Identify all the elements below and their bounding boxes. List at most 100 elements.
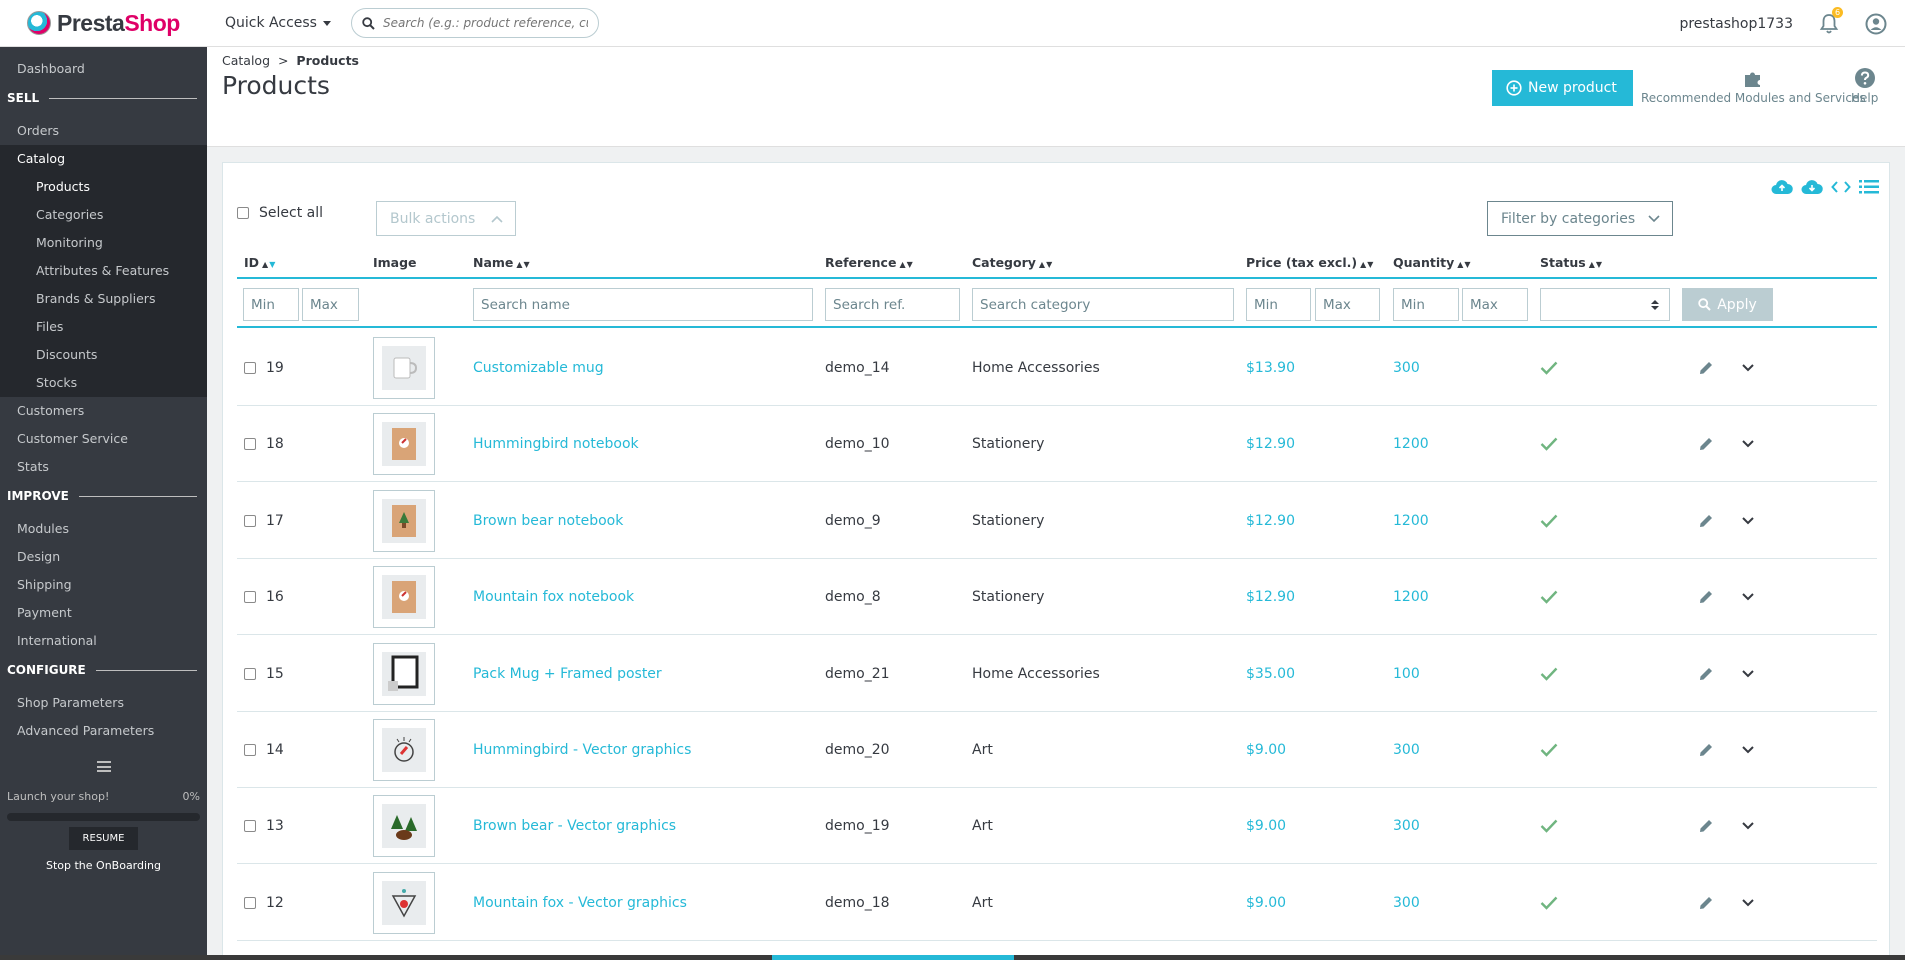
breadcrumb-catalog[interactable]: Catalog: [222, 53, 270, 68]
status-toggle[interactable]: [1540, 636, 1558, 712]
search-input[interactable]: [382, 16, 588, 30]
row-actions-dropdown[interactable]: [1742, 865, 1754, 941]
product-price-link[interactable]: $12.90: [1246, 406, 1295, 482]
notifications-button[interactable]: 6: [1819, 6, 1843, 35]
product-name-link[interactable]: Customizable mug: [473, 330, 604, 406]
product-thumbnail[interactable]: [373, 719, 435, 781]
sort-arrows-icon[interactable]: ▲▼: [1589, 260, 1603, 269]
row-actions-dropdown[interactable]: [1742, 712, 1754, 788]
product-quantity-link[interactable]: 1200: [1393, 406, 1429, 482]
product-name-link[interactable]: Mountain fox - Vector graphics: [473, 865, 687, 941]
search-category-input[interactable]: [972, 288, 1234, 321]
sidebar-item-modules[interactable]: Modules: [0, 515, 207, 543]
edit-button[interactable]: [1698, 865, 1714, 941]
row-checkbox[interactable]: [244, 438, 256, 451]
status-toggle[interactable]: [1540, 406, 1558, 482]
column-header-status[interactable]: Status ▲▼: [1540, 255, 1603, 270]
sort-arrows-icon[interactable]: ▲▼: [1039, 260, 1053, 269]
user-account-icon[interactable]: [1865, 13, 1887, 35]
sidebar-subitem-stocks[interactable]: Stocks: [0, 369, 207, 397]
product-name-link[interactable]: Brown bear - Vector graphics: [473, 788, 676, 864]
edit-button[interactable]: [1698, 559, 1714, 635]
sidebar-item-stats[interactable]: Stats: [0, 453, 207, 481]
product-quantity-link[interactable]: 100: [1393, 636, 1420, 712]
row-checkbox[interactable]: [244, 744, 256, 756]
product-name-link[interactable]: Hummingbird - Vector graphics: [473, 712, 691, 788]
row-actions-dropdown[interactable]: [1742, 788, 1754, 864]
product-name-link[interactable]: Brown bear notebook: [473, 483, 623, 559]
product-quantity-link[interactable]: 300: [1393, 788, 1420, 864]
status-toggle[interactable]: [1540, 788, 1558, 864]
code-icon[interactable]: [1831, 180, 1851, 194]
edit-button[interactable]: [1698, 406, 1714, 482]
product-name-link[interactable]: Pack Mug + Framed poster: [473, 636, 662, 712]
product-quantity-link[interactable]: 300: [1393, 330, 1420, 406]
product-price-link[interactable]: $9.00: [1246, 712, 1286, 788]
column-header-price[interactable]: Price (tax excl.) ▲▼: [1246, 255, 1374, 270]
column-header-category[interactable]: Category ▲▼: [972, 255, 1053, 270]
row-actions-dropdown[interactable]: [1742, 559, 1754, 635]
sort-arrows-icon[interactable]: ▲▼: [1457, 260, 1471, 269]
product-quantity-link[interactable]: 1200: [1393, 483, 1429, 559]
sort-arrows-icon[interactable]: ▲▼: [899, 260, 913, 269]
collapse-menu-icon[interactable]: [96, 761, 111, 772]
cloud-upload-icon[interactable]: [1771, 179, 1793, 195]
product-quantity-link[interactable]: 300: [1393, 712, 1420, 788]
row-checkbox[interactable]: [244, 591, 256, 604]
sidebar-subitem-categories[interactable]: Categories: [0, 201, 207, 229]
sidebar-item-dashboard[interactable]: Dashboard: [0, 55, 207, 83]
quick-access-dropdown[interactable]: Quick Access: [225, 15, 331, 31]
row-actions-dropdown[interactable]: [1742, 483, 1754, 559]
sidebar-subitem-brands[interactable]: Brands & Suppliers: [0, 285, 207, 313]
sidebar-item-catalog[interactable]: Catalog: [0, 145, 207, 173]
bulk-actions-button[interactable]: Bulk actions: [376, 201, 516, 236]
new-product-button[interactable]: New product: [1492, 70, 1633, 106]
filter-by-categories-button[interactable]: Filter by categories: [1487, 201, 1673, 236]
product-price-link[interactable]: $35.00: [1246, 636, 1295, 712]
sidebar-item-payment[interactable]: Payment: [0, 599, 207, 627]
product-thumbnail[interactable]: [373, 489, 435, 552]
row-actions-dropdown[interactable]: [1742, 636, 1754, 712]
sidebar-subitem-discounts[interactable]: Discounts: [0, 341, 207, 369]
edit-button[interactable]: [1698, 330, 1714, 406]
product-thumbnail[interactable]: [373, 795, 435, 858]
quantity-min-input[interactable]: [1393, 288, 1459, 321]
product-thumbnail[interactable]: [373, 566, 435, 629]
sidebar-subitem-products[interactable]: Products: [0, 173, 207, 201]
product-price-link[interactable]: $9.00: [1246, 788, 1286, 864]
product-price-link[interactable]: $9.00: [1246, 865, 1286, 941]
product-quantity-link[interactable]: 1200: [1393, 559, 1429, 635]
sidebar-item-advanced-parameters[interactable]: Advanced Parameters: [0, 717, 207, 745]
scrollbar-thumb[interactable]: [772, 955, 1014, 960]
price-max-input[interactable]: [1315, 288, 1380, 321]
search-box[interactable]: [350, 8, 599, 38]
horizontal-scrollbar[interactable]: [0, 955, 1905, 960]
sort-arrows-icon[interactable]: ▲▼: [262, 260, 276, 269]
list-view-icon[interactable]: [1859, 179, 1879, 195]
product-quantity-link[interactable]: 300: [1393, 865, 1420, 941]
id-min-input[interactable]: [243, 288, 299, 321]
sidebar-item-shipping[interactable]: Shipping: [0, 571, 207, 599]
product-thumbnail[interactable]: [373, 337, 435, 399]
row-actions-dropdown[interactable]: [1742, 406, 1754, 482]
product-thumbnail[interactable]: [373, 642, 435, 705]
status-toggle[interactable]: [1540, 712, 1558, 788]
edit-button[interactable]: [1698, 483, 1714, 559]
row-checkbox[interactable]: [244, 514, 256, 527]
product-thumbnail[interactable]: [373, 413, 435, 476]
sidebar-item-design[interactable]: Design: [0, 543, 207, 571]
shop-name-link[interactable]: prestashop1733: [1679, 16, 1793, 32]
product-thumbnail[interactable]: [373, 871, 435, 934]
product-price-link[interactable]: $12.90: [1246, 483, 1295, 559]
sort-arrows-icon[interactable]: ▲▼: [516, 260, 530, 269]
status-toggle[interactable]: [1540, 483, 1558, 559]
product-price-link[interactable]: $12.90: [1246, 559, 1295, 635]
row-checkbox[interactable]: [244, 667, 256, 680]
sidebar-subitem-files[interactable]: Files: [0, 313, 207, 341]
status-select[interactable]: [1540, 288, 1670, 321]
id-max-input[interactable]: [302, 288, 359, 321]
column-header-id[interactable]: ID ▲▼: [244, 255, 276, 270]
product-name-link[interactable]: Mountain fox notebook: [473, 559, 634, 635]
cloud-download-icon[interactable]: [1801, 179, 1823, 195]
price-min-input[interactable]: [1246, 288, 1311, 321]
